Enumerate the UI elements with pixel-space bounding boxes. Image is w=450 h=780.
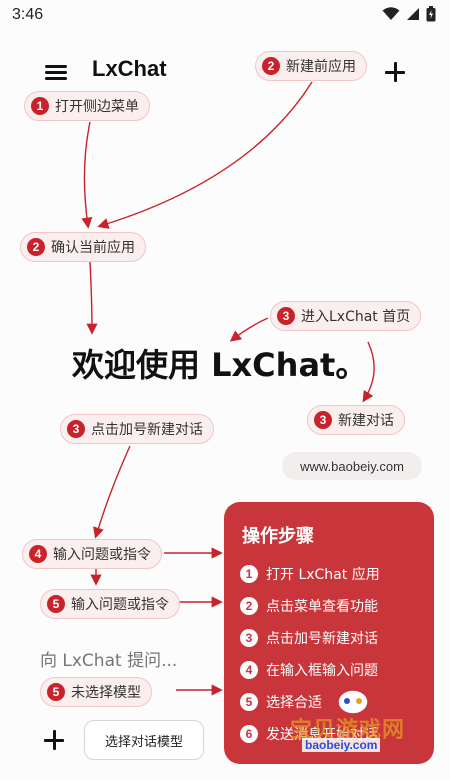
callout-badge: 5 — [47, 683, 65, 701]
callout-text: 新建前应用 — [286, 59, 356, 75]
step-number: 6 — [240, 725, 258, 743]
callout-plus-new-chat: 3 点击加号新建对话 — [60, 414, 214, 444]
step-item: 1 打开 LxChat 应用 — [240, 564, 380, 584]
callout-badge: 2 — [27, 238, 45, 256]
callout-enter-home: 3 进入LxChat 首页 — [270, 301, 422, 331]
callout-no-model: 5 未选择模型 — [40, 677, 152, 707]
callout-new-app: 2 新建前应用 — [255, 51, 367, 81]
step-number: 1 — [240, 565, 258, 583]
callout-badge: 3 — [277, 307, 295, 325]
watermark-logo: 宝贝游戏网 baobeiy.com — [290, 686, 430, 756]
watermark-domain: baobeiy.com — [302, 738, 381, 752]
step-item: 3 点击加号新建对话 — [240, 628, 378, 648]
step-item: 4 在输入框输入问题 — [240, 660, 378, 680]
callout-open-menu: 1 打开侧边菜单 — [24, 91, 150, 121]
callout-text: 输入问题或指令 — [71, 597, 169, 613]
steps-title: 操作步骤 — [242, 526, 314, 547]
step-text: 点击加号新建对话 — [266, 631, 378, 647]
callout-text: 打开侧边菜单 — [55, 99, 139, 115]
attach-plus-icon[interactable] — [42, 728, 66, 752]
callout-badge: 3 — [314, 411, 332, 429]
callout-badge: 4 — [29, 545, 47, 563]
callout-text: 点击加号新建对话 — [91, 422, 203, 438]
callout-badge: 3 — [67, 420, 85, 438]
callout-badge: 2 — [262, 57, 280, 75]
callout-badge: 1 — [31, 97, 49, 115]
step-item: 2 点击菜单查看功能 — [240, 596, 378, 616]
select-model-button[interactable]: 选择对话模型 — [84, 720, 204, 760]
site-url-badge: www.baobeiy.com — [282, 452, 422, 480]
step-text: 打开 LxChat 应用 — [266, 567, 380, 583]
step-number: 5 — [240, 693, 258, 711]
step-number: 2 — [240, 597, 258, 615]
callout-badge: 5 — [47, 595, 65, 613]
callout-confirm-app: 2 确认当前应用 — [20, 232, 146, 262]
step-text: 在输入框输入问题 — [266, 663, 378, 679]
callout-input-question-2: 5 输入问题或指令 — [40, 589, 180, 619]
step-text: 点击菜单查看功能 — [266, 599, 378, 615]
callout-input-question: 4 输入问题或指令 — [22, 539, 162, 569]
callout-text: 进入LxChat 首页 — [301, 309, 411, 325]
callout-text: 新建对话 — [338, 413, 394, 429]
step-number: 4 — [240, 661, 258, 679]
callout-new-chat: 3 新建对话 — [307, 405, 405, 435]
callout-text: 输入问题或指令 — [53, 547, 151, 563]
callout-text: 未选择模型 — [71, 685, 141, 701]
step-number: 3 — [240, 629, 258, 647]
callout-text: 确认当前应用 — [51, 240, 135, 256]
welcome-heading: 欢迎使用 LxChat。 — [72, 346, 368, 384]
ask-input[interactable] — [40, 648, 210, 674]
